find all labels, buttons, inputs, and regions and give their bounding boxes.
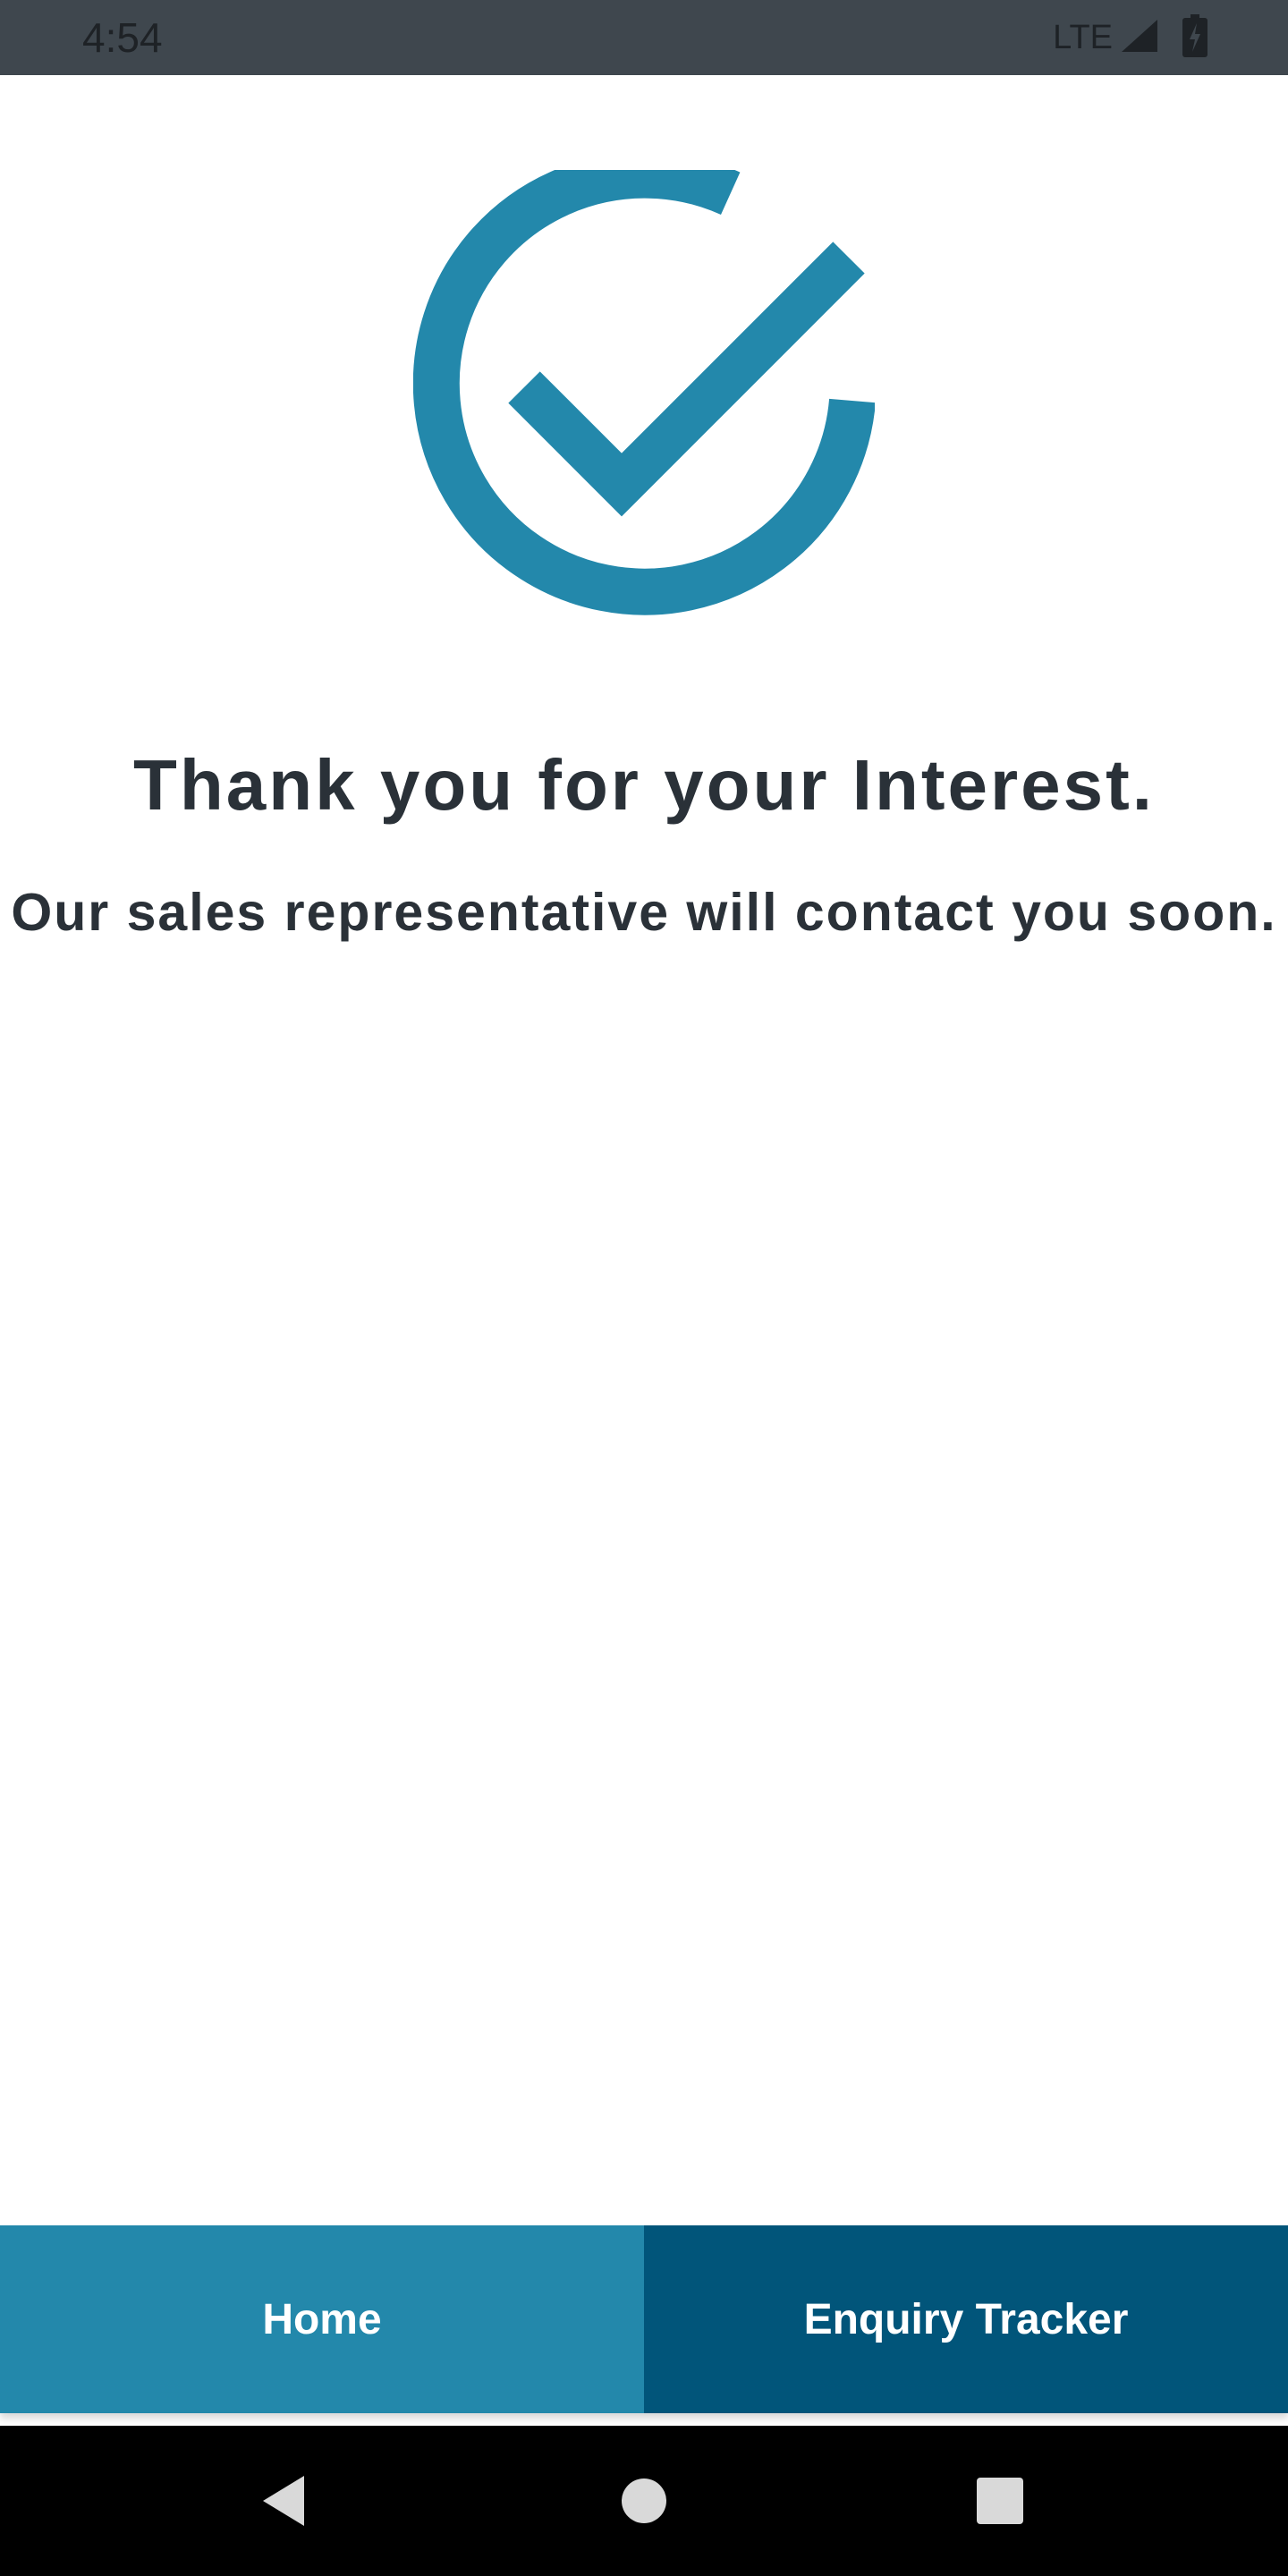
home-icon[interactable] xyxy=(599,2456,689,2546)
battery-charging-icon xyxy=(1182,13,1208,62)
status-time: 4:54 xyxy=(82,14,163,61)
confirmation-title: Thank you for your Interest. xyxy=(133,745,1155,825)
back-icon[interactable] xyxy=(240,2456,329,2546)
confirmation-message: Our sales representative will contact yo… xyxy=(11,883,1277,942)
status-bar: 4:54 LTE xyxy=(0,0,1288,75)
enquiry-tracker-button[interactable]: Enquiry Tracker xyxy=(644,2225,1288,2413)
bottom-action-bar: Home Enquiry Tracker xyxy=(0,2225,1288,2413)
signal-icon xyxy=(1120,18,1159,58)
home-button[interactable]: Home xyxy=(0,2225,644,2413)
recents-icon[interactable] xyxy=(955,2456,1045,2546)
confirmation-screen: 4:54 LTE Thank you for your Interest. Ou… xyxy=(0,0,1288,2576)
network-type-label: LTE xyxy=(1053,19,1113,56)
check-circle-icon xyxy=(412,151,876,631)
status-indicators: LTE xyxy=(1053,13,1208,63)
system-navigation-bar xyxy=(0,2426,1288,2576)
